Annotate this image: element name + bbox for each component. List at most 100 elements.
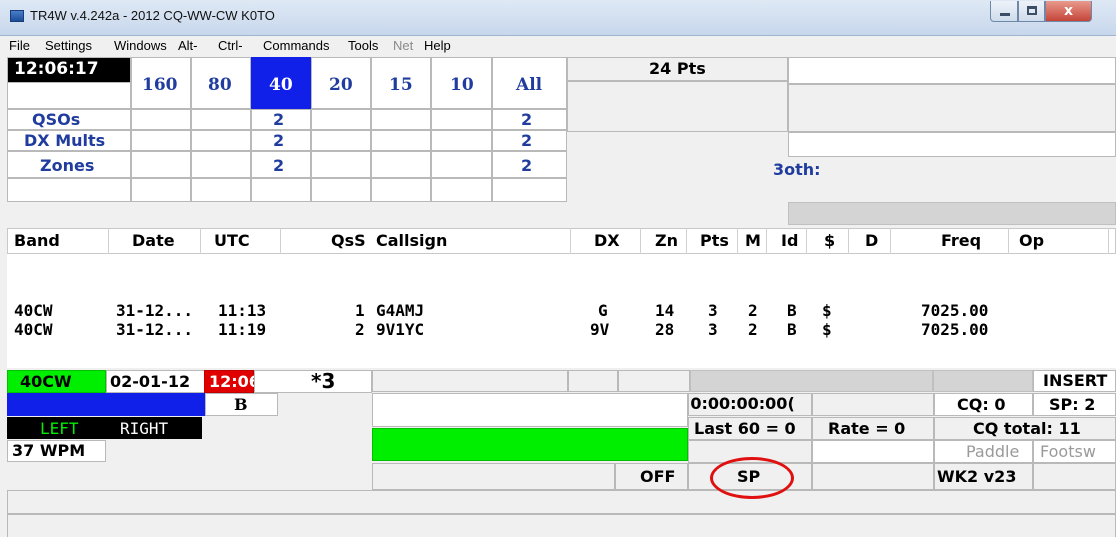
off-text: OFF <box>640 467 676 486</box>
sep <box>280 228 281 254</box>
menu-windows[interactable]: Windows <box>114 38 167 53</box>
col-dollar[interactable]: $ <box>824 231 835 250</box>
cell <box>431 109 492 130</box>
menu-alt[interactable]: Alt- <box>178 38 198 53</box>
score-panel: 24 Pts <box>567 57 788 81</box>
band-15[interactable]: 15 <box>371 57 431 109</box>
sep <box>640 228 641 254</box>
status-cell <box>568 370 618 392</box>
band-160-label: 160 <box>142 75 178 95</box>
menu-tools[interactable]: Tools <box>348 38 378 53</box>
left-radio-indicator[interactable]: LEFT <box>7 417 106 439</box>
row-dx: G <box>598 301 608 320</box>
menu-file[interactable]: File <box>9 38 30 53</box>
qsos-40-value: 2 <box>273 110 285 129</box>
date-text: 02-01-12 <box>110 372 191 391</box>
cq-total-cell: CQ total: 11 <box>934 417 1116 440</box>
sep <box>766 228 767 254</box>
row-id: B <box>787 301 797 320</box>
cell <box>191 130 251 151</box>
band-mode-indicator: 40CW <box>7 370 106 393</box>
minimize-button[interactable] <box>990 1 1018 22</box>
col-band[interactable]: Band <box>14 231 60 250</box>
row-freq: 7025.00 <box>921 301 989 320</box>
status-cell <box>372 370 568 392</box>
row-zones-label: Zones <box>7 151 131 178</box>
col-utc[interactable]: UTC <box>214 231 250 250</box>
close-button[interactable]: x <box>1045 1 1092 22</box>
footswitch-cell[interactable]: Footsw <box>1033 440 1116 463</box>
col-callsign[interactable]: Callsign <box>376 231 447 250</box>
menu-settings[interactable]: Settings <box>45 38 92 53</box>
maximize-button[interactable] <box>1018 1 1045 22</box>
menu-help[interactable]: Help <box>424 38 451 53</box>
qsos-all-value: 2 <box>521 110 533 129</box>
row-date: 31-12... <box>116 301 194 320</box>
info-panel-b <box>788 57 1116 84</box>
row-qsos-label: QSOs <box>7 109 131 130</box>
col-zn[interactable]: Zn <box>655 231 678 250</box>
row-zn: 28 <box>655 320 675 339</box>
col-d[interactable]: D <box>865 231 878 250</box>
row-m: 2 <box>748 320 758 339</box>
sep <box>200 228 201 254</box>
band-mode-text: 40CW <box>20 372 72 391</box>
col-date[interactable]: Date <box>132 231 175 250</box>
menu-ctrl[interactable]: Ctrl- <box>218 38 243 53</box>
cell <box>371 109 431 130</box>
col-pts[interactable]: Pts <box>700 231 729 250</box>
status-cell <box>812 463 934 490</box>
sep <box>1108 228 1109 254</box>
cell <box>131 178 191 202</box>
cell <box>191 178 251 202</box>
status-bar-gray <box>690 370 933 392</box>
col-dx[interactable]: DX <box>594 231 620 250</box>
clock-spacer <box>7 82 131 109</box>
sep <box>806 228 807 254</box>
col-freq[interactable]: Freq <box>941 231 981 250</box>
qso-number-field[interactable]: *3 <box>254 369 372 393</box>
dxmults-40: 2 <box>251 130 311 151</box>
exchange-field[interactable] <box>372 393 688 427</box>
cell <box>191 109 251 130</box>
cell <box>191 151 251 178</box>
menu-net[interactable]: Net <box>393 38 413 53</box>
row-utc: 11:19 <box>218 320 267 339</box>
col-op[interactable]: Op <box>1019 231 1044 250</box>
band-160[interactable]: 160 <box>131 57 191 109</box>
band-all[interactable]: All <box>492 57 567 109</box>
insert-indicator: INSERT <box>1033 370 1116 392</box>
paddle-cell[interactable]: Paddle <box>934 440 1033 463</box>
row-qso: 2 <box>355 320 365 339</box>
qsos-label: QSOs <box>32 110 81 129</box>
band-15-label: 15 <box>389 75 413 95</box>
callsign-entry-field[interactable] <box>372 428 688 461</box>
menu-commands[interactable]: Commands <box>263 38 329 53</box>
band-20[interactable]: 20 <box>311 57 371 109</box>
row-utc: 11:13 <box>218 301 267 320</box>
table-row[interactable]: 40CW 31-12... 11:19 2 9V1YC 9V 28 3 2 B … <box>7 320 1107 340</box>
cell <box>492 178 567 202</box>
band-80[interactable]: 80 <box>191 57 251 109</box>
info-panel-a <box>567 81 788 132</box>
band-10[interactable]: 10 <box>431 57 492 109</box>
right-radio-indicator[interactable]: RIGHT <box>106 417 202 439</box>
cq-count-cell: CQ: 0 <box>934 393 1033 416</box>
zones-40-value: 2 <box>273 156 285 175</box>
cell <box>131 151 191 178</box>
sep <box>686 228 687 254</box>
both-label: 3oth: <box>773 160 821 179</box>
band-40-selected[interactable]: 40 <box>251 57 311 109</box>
band-all-label: All <box>516 75 543 95</box>
col-m[interactable]: M <box>745 231 761 250</box>
wpm-cell[interactable]: 37 WPM <box>7 440 106 462</box>
table-row[interactable]: 40CW 31-12... 11:13 1 G4AMJ G 14 3 2 B $… <box>7 301 1107 321</box>
col-id[interactable]: Id <box>781 231 798 250</box>
dxmults-all: 2 <box>492 130 567 151</box>
row-zn: 14 <box>655 301 675 320</box>
window-title: TR4W v.4.242a - 2012 CQ-WW-CW K0TO <box>30 8 275 23</box>
col-qss[interactable]: QsS <box>331 231 366 250</box>
cq-count-text: CQ: 0 <box>957 395 1006 414</box>
score-value: 24 Pts <box>649 59 706 78</box>
cell <box>311 109 371 130</box>
